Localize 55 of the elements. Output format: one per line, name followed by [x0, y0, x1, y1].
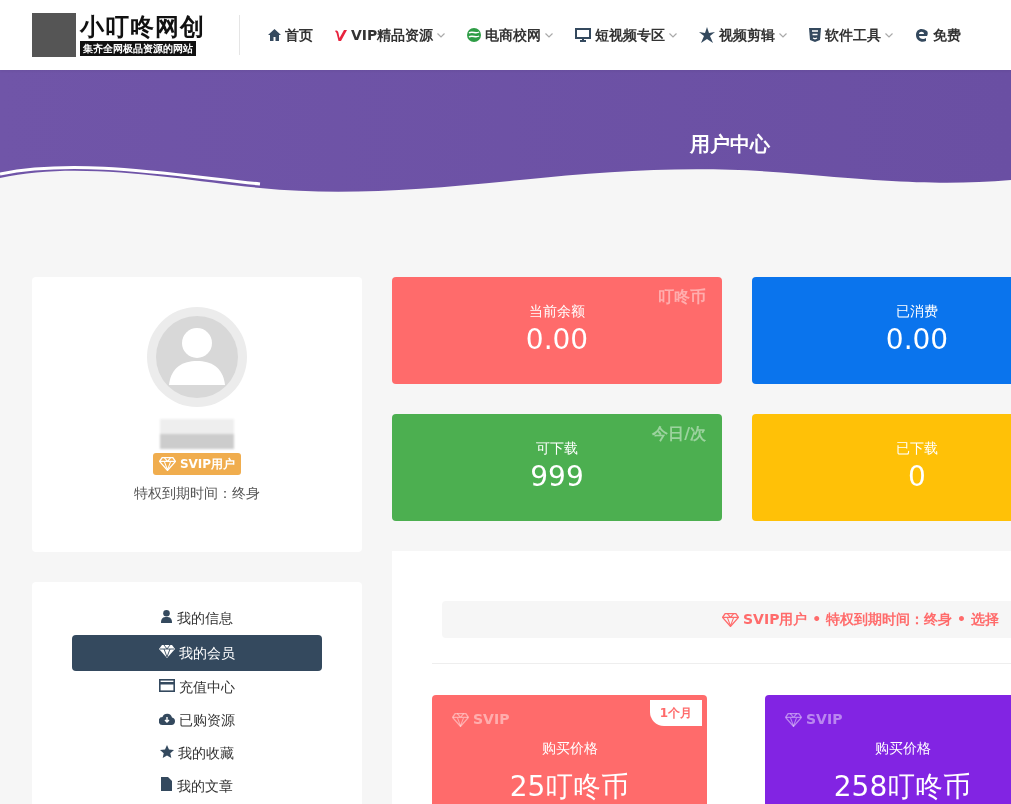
home-icon — [268, 29, 281, 41]
diamond-icon — [158, 645, 175, 658]
unit-label: 叮咚币 — [658, 286, 706, 308]
site-slogan: 集齐全网极品资源的网站 — [80, 40, 196, 56]
credit-card-icon — [158, 679, 175, 692]
site-title: 小叮咚网创 — [80, 14, 205, 39]
sidebar-item[interactable]: 我的信息 — [72, 602, 322, 635]
shield-icon — [809, 28, 822, 42]
tier-label: SVIP — [806, 710, 843, 729]
diamond-icon — [722, 612, 739, 627]
logo-photo-placeholder — [32, 13, 76, 57]
sidebar-item[interactable]: 我的收藏 — [72, 737, 322, 770]
cloud-download-icon — [158, 713, 175, 725]
stat-label: 当前余额 — [528, 302, 586, 321]
nav-link[interactable]: VIP精品资源 — [335, 24, 446, 46]
sidebar-item[interactable]: 我的文章 — [72, 770, 322, 803]
globe-icon — [467, 28, 482, 42]
sidebar-item[interactable]: 已购资源 — [72, 704, 322, 737]
price-label: 购买价格 — [540, 739, 599, 758]
duration-tag: 1个月 — [649, 700, 702, 726]
file-icon — [161, 777, 173, 791]
unit-label: 今日/次 — [652, 423, 706, 445]
price-value: 25叮咚币 — [508, 769, 631, 804]
stat-label: 已下载 — [895, 439, 939, 458]
diamond-icon — [158, 457, 176, 471]
v-letter-icon — [335, 29, 347, 41]
plan-card[interactable]: SVIP 购买价格 258叮咚币 — [765, 695, 1011, 804]
diamond-icon — [452, 712, 469, 727]
notice-text: SVIP用户 • 特权到期时间：终身 • 选择 — [743, 610, 999, 629]
price-label: 购买价格 — [873, 739, 932, 758]
sidebar-item[interactable]: 我的会员 — [72, 635, 322, 671]
sidebar-item[interactable]: 充值中心 — [72, 671, 322, 704]
stat-value: 0.00 — [884, 322, 950, 358]
star-icon — [159, 745, 174, 758]
tier-label: SVIP — [473, 710, 510, 729]
page-title: 用户中心 — [689, 131, 771, 158]
nav-link[interactable]: 视频剪辑 — [699, 24, 788, 46]
nav-link[interactable]: 软件工具 — [809, 24, 894, 46]
stat-value: 0 — [907, 459, 927, 495]
stat-value: 0.00 — [524, 322, 590, 358]
expiry-text: 特权到期时间：终身 — [134, 484, 260, 503]
nav-link[interactable]: 免费 — [915, 24, 962, 46]
price-value: 258叮咚币 — [832, 769, 973, 804]
user-icon — [161, 610, 173, 623]
nav-link[interactable]: 电商校网 — [467, 24, 554, 46]
stat-label: 已消费 — [895, 302, 939, 321]
stat-label: 可下载 — [535, 439, 579, 458]
monitor-icon — [575, 28, 592, 42]
stat-value: 999 — [529, 459, 585, 495]
e-letter-icon — [915, 28, 930, 42]
diamond-icon — [785, 712, 802, 727]
avatar-icon — [147, 307, 247, 407]
svip-badge: SVIP用户 — [152, 453, 242, 475]
nav-link[interactable]: 短视频专区 — [575, 24, 678, 46]
nav-link[interactable]: 首页 — [268, 24, 313, 46]
